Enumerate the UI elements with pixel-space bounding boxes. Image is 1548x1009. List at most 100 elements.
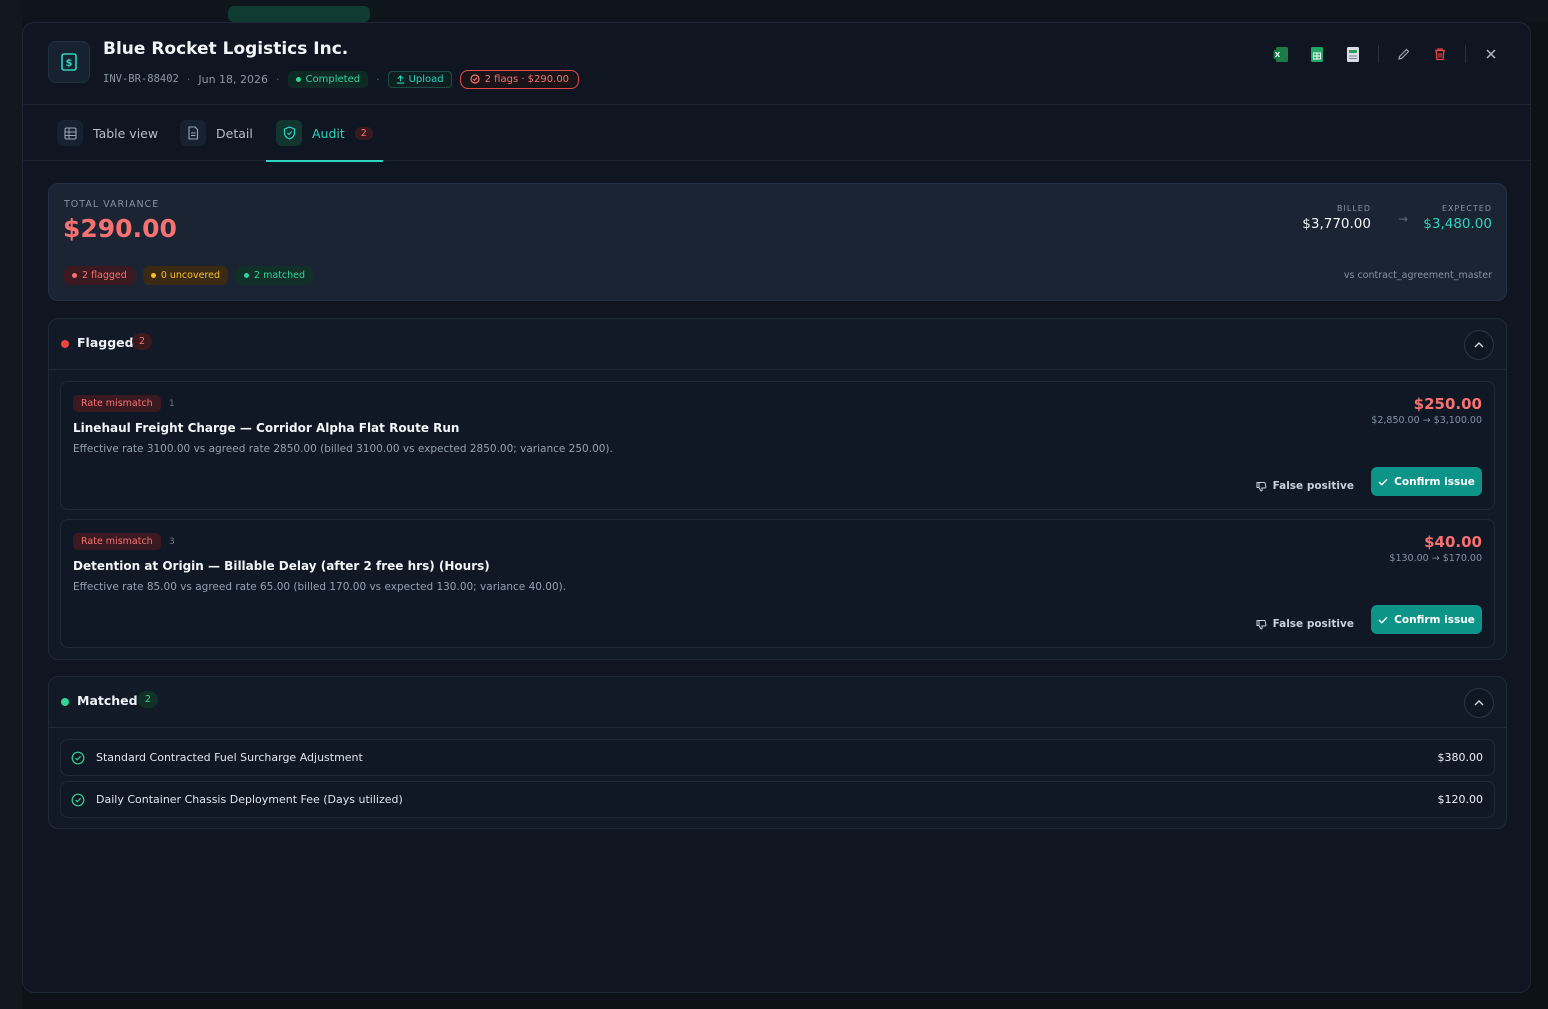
section-title: Flagged bbox=[77, 335, 134, 350]
meta-separator: · bbox=[276, 72, 280, 86]
matched-section: Matched 2 Standard Contracted Fuel Surch… bbox=[48, 676, 1507, 829]
flag-line-index: 3 bbox=[169, 537, 175, 547]
false-positive-button[interactable]: False positive bbox=[1256, 613, 1354, 635]
confirm-label: Confirm issue bbox=[1394, 613, 1475, 626]
uncovered-count-pill: 0 uncovered bbox=[142, 266, 228, 285]
matched-amount: $380.00 bbox=[1437, 751, 1484, 764]
status-badge: Completed bbox=[287, 70, 369, 88]
invoice-id: INV-BR-88402 bbox=[103, 73, 179, 85]
contract-reference: vs contract_agreement_master bbox=[1343, 270, 1492, 281]
matched-label: Standard Contracted Fuel Surcharge Adjus… bbox=[96, 751, 363, 764]
matched-dot-icon bbox=[61, 698, 69, 706]
trash-icon[interactable] bbox=[1429, 43, 1451, 65]
flag-variance-amount: $40.00 bbox=[1424, 533, 1482, 551]
flag-title: Detention at Origin — Billable Delay (af… bbox=[73, 559, 490, 573]
pencil-icon[interactable] bbox=[1393, 43, 1415, 65]
check-icon bbox=[1378, 478, 1388, 486]
section-count-badge: 2 bbox=[132, 333, 153, 350]
chevron-up-icon bbox=[1474, 700, 1484, 706]
invoice-title: Blue Rocket Logistics Inc. bbox=[103, 39, 349, 59]
confirm-issue-button[interactable]: Confirm issue bbox=[1371, 605, 1482, 634]
meta-separator: · bbox=[376, 72, 380, 86]
check-icon bbox=[1378, 616, 1388, 624]
chevron-up-icon bbox=[1474, 342, 1484, 348]
flags-badge[interactable]: 2 flags · $290.00 bbox=[459, 69, 580, 89]
billed-total: BILLED $3,770.00 bbox=[1302, 204, 1371, 232]
tab-label: Audit bbox=[312, 125, 345, 141]
false-positive-label: False positive bbox=[1272, 618, 1354, 630]
flags-label: 2 flags · $290.00 bbox=[484, 73, 570, 85]
flagged-section-header[interactable]: Flagged 2 bbox=[49, 319, 1506, 370]
matched-section-header[interactable]: Matched 2 bbox=[49, 677, 1506, 728]
invoice-icon: $ bbox=[48, 41, 90, 83]
flagged-dot-icon bbox=[61, 340, 69, 348]
document-icon bbox=[180, 120, 206, 146]
collapse-button[interactable] bbox=[1464, 330, 1494, 360]
matched-amount: $120.00 bbox=[1437, 793, 1484, 806]
svg-text:X: X bbox=[1275, 51, 1281, 59]
thumbs-down-icon bbox=[1256, 481, 1266, 492]
matched-row: Daily Container Chassis Deployment Fee (… bbox=[60, 781, 1495, 818]
modal-header: $ Blue Rocket Logistics Inc. INV-BR-8840… bbox=[23, 23, 1530, 105]
total-variance-label: TOTAL VARIANCE bbox=[64, 199, 160, 210]
matched-row: Standard Contracted Fuel Surcharge Adjus… bbox=[60, 739, 1495, 776]
tab-count-badge: 2 bbox=[354, 126, 373, 140]
summary-pills: 2 flagged 0 uncovered 2 matched bbox=[64, 266, 313, 285]
tab-label: Detail bbox=[216, 125, 253, 141]
actions-divider bbox=[1465, 45, 1466, 63]
total-variance-value: $290.00 bbox=[63, 214, 177, 243]
status-dot-icon bbox=[295, 76, 301, 82]
tab-table-view[interactable]: Table view bbox=[57, 105, 158, 161]
close-icon[interactable] bbox=[1480, 43, 1502, 65]
doc-icon[interactable] bbox=[1342, 43, 1364, 65]
check-circle-icon bbox=[71, 751, 85, 765]
svg-text:$: $ bbox=[66, 58, 73, 69]
flag-type-tag: Rate mismatch bbox=[73, 533, 161, 550]
billed-label: BILLED bbox=[1337, 204, 1371, 213]
expected-total: EXPECTED $3,480.00 bbox=[1423, 204, 1492, 232]
flag-variance-amount: $250.00 bbox=[1413, 395, 1482, 413]
upload-icon bbox=[396, 74, 404, 84]
variance-summary-card: TOTAL VARIANCE $290.00 2 flagged 0 uncov… bbox=[48, 183, 1507, 301]
flag-item: Rate mismatch 3 Detention at Origin — Bi… bbox=[60, 519, 1495, 648]
tab-bar: Table view Detail Audit 2 bbox=[23, 105, 1530, 162]
flag-description: Effective rate 3100.00 vs agreed rate 28… bbox=[73, 443, 613, 455]
source-badge: Upload bbox=[387, 70, 452, 88]
invoice-modal: $ Blue Rocket Logistics Inc. INV-BR-8840… bbox=[22, 22, 1531, 993]
flagged-count-pill: 2 flagged bbox=[64, 266, 135, 285]
tab-detail[interactable]: Detail bbox=[180, 105, 253, 161]
false-positive-button[interactable]: False positive bbox=[1256, 475, 1354, 497]
invoice-date: Jun 18, 2026 bbox=[198, 72, 269, 86]
matched-count-pill: 2 matched bbox=[236, 266, 313, 285]
actions-divider bbox=[1378, 45, 1379, 63]
expected-label: EXPECTED bbox=[1441, 204, 1492, 213]
shield-icon bbox=[276, 120, 302, 146]
sheets-icon[interactable] bbox=[1306, 43, 1328, 65]
confirm-issue-button[interactable]: Confirm issue bbox=[1371, 467, 1482, 496]
status-label: Completed bbox=[305, 73, 361, 85]
tab-audit[interactable]: Audit 2 bbox=[266, 105, 383, 162]
background-topbar bbox=[0, 0, 1548, 22]
invoice-meta: INV-BR-88402 · Jun 18, 2026 · Completed … bbox=[103, 68, 580, 90]
matched-label: Daily Container Chassis Deployment Fee (… bbox=[96, 793, 403, 806]
expected-value: $3,480.00 bbox=[1423, 216, 1492, 232]
flag-rate-range: $2,850.00 → $3,100.00 bbox=[1371, 415, 1482, 426]
flag-item: Rate mismatch 1 Linehaul Freight Charge … bbox=[60, 381, 1495, 510]
flagged-section: Flagged 2 Rate mismatch 1 Linehaul Freig… bbox=[48, 318, 1507, 660]
flag-rate-range: $130.00 → $170.00 bbox=[1389, 553, 1482, 564]
table-icon bbox=[57, 120, 83, 146]
thumbs-down-icon bbox=[1256, 619, 1266, 630]
arrow-right-icon: → bbox=[1397, 212, 1408, 226]
flag-title: Linehaul Freight Charge — Corridor Alpha… bbox=[73, 421, 460, 435]
meta-separator: · bbox=[186, 72, 191, 86]
flag-type-tag: Rate mismatch bbox=[73, 395, 161, 412]
check-circle-icon bbox=[71, 793, 85, 807]
confirm-label: Confirm issue bbox=[1394, 475, 1475, 488]
billed-value: $3,770.00 bbox=[1302, 216, 1371, 232]
excel-icon[interactable]: X bbox=[1270, 43, 1292, 65]
section-title: Matched bbox=[77, 693, 138, 708]
section-count-badge: 2 bbox=[138, 691, 159, 708]
tab-label: Table view bbox=[93, 125, 159, 141]
collapse-button[interactable] bbox=[1464, 688, 1494, 718]
flag-line-index: 1 bbox=[169, 399, 175, 409]
